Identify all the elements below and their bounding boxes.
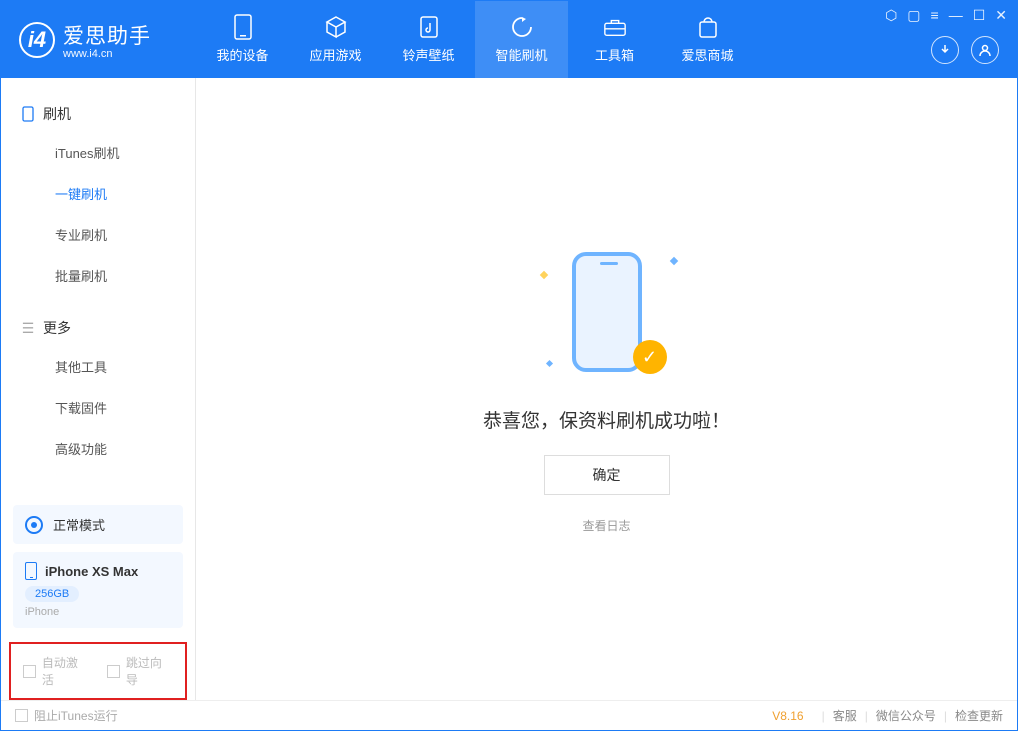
checkbox-icon	[23, 665, 36, 678]
tab-ringtone[interactable]: 铃声壁纸	[382, 1, 475, 78]
user-icon[interactable]	[971, 36, 999, 64]
footer: 阻止iTunes运行 V8.16 | 客服 | 微信公众号 | 检查更新	[1, 700, 1017, 730]
menu-icon[interactable]: ≡	[931, 7, 939, 24]
sidebar-item-firmware[interactable]: 下载固件	[1, 387, 195, 428]
main-content: ✓ 恭喜您，保资料刷机成功啦！ 确定 查看日志	[196, 78, 1017, 700]
app-name: 爱思助手	[63, 20, 151, 50]
header-right	[931, 36, 999, 64]
skin-icon[interactable]: ⬡	[885, 7, 897, 24]
footer-right: V8.16 | 客服 | 微信公众号 | 检查更新	[772, 707, 1003, 724]
body: 刷机 iTunes刷机 一键刷机 专业刷机 批量刷机 ☰ 更多 其他工具 下载固…	[1, 78, 1017, 700]
checkbox-label: 跳过向导	[126, 654, 173, 688]
success-illustration: ✓	[537, 244, 677, 384]
tab-store[interactable]: 爱思商城	[661, 1, 754, 78]
storage-badge: 256GB	[25, 586, 79, 602]
sidebar-item-other[interactable]: 其他工具	[1, 346, 195, 387]
group-title: 更多	[43, 318, 71, 338]
bag-icon	[696, 15, 720, 39]
checkbox-block-itunes[interactable]: 阻止iTunes运行	[15, 707, 118, 724]
checkbox-icon	[107, 665, 120, 678]
checkbox-label: 自动激活	[42, 654, 89, 688]
tab-tools[interactable]: 工具箱	[568, 1, 661, 78]
maximize-icon[interactable]: ☐	[973, 7, 986, 24]
device-mode: 正常模式	[53, 515, 105, 534]
sidebar-item-itunes[interactable]: iTunes刷机	[1, 132, 195, 173]
phone-illustration-icon	[572, 252, 642, 372]
qr-icon[interactable]: ▢	[907, 7, 920, 24]
options-row: 自动激活 跳过向导	[9, 642, 187, 700]
device-panel: 正常模式 iPhone XS Max 256GB iPhone	[1, 495, 195, 638]
sidebar-item-pro[interactable]: 专业刷机	[1, 214, 195, 255]
checkbox-icon	[15, 709, 28, 722]
sidebar-group-flash: 刷机	[1, 96, 195, 132]
sparkle-icon	[539, 271, 547, 279]
ok-button[interactable]: 确定	[544, 455, 670, 495]
close-icon[interactable]: ✕	[995, 7, 1007, 24]
footer-link-update[interactable]: 检查更新	[955, 707, 1003, 724]
device-type: iPhone	[25, 606, 171, 618]
device-name: iPhone XS Max	[45, 564, 138, 579]
toolbox-icon	[603, 15, 627, 39]
app-site: www.i4.cn	[63, 48, 151, 60]
logo-icon: i4	[19, 22, 55, 58]
tab-label: 应用游戏	[309, 45, 361, 64]
main-tabs: 我的设备 应用游戏 铃声壁纸 智能刷机 工具箱 爱思商城	[196, 1, 754, 78]
tab-label: 铃声壁纸	[402, 45, 454, 64]
device-info-card[interactable]: iPhone XS Max 256GB iPhone	[13, 552, 183, 628]
sidebar-item-batch[interactable]: 批量刷机	[1, 255, 195, 296]
cube-icon	[324, 15, 348, 39]
check-badge-icon: ✓	[633, 340, 667, 374]
success-message: 恭喜您，保资料刷机成功啦！	[483, 406, 730, 433]
tab-apps[interactable]: 应用游戏	[289, 1, 382, 78]
mode-icon	[25, 516, 43, 534]
view-log-link[interactable]: 查看日志	[582, 517, 630, 534]
tab-label: 我的设备	[216, 45, 268, 64]
sidebar-item-advanced[interactable]: 高级功能	[1, 428, 195, 469]
tab-label: 智能刷机	[495, 45, 547, 64]
music-file-icon	[417, 15, 441, 39]
footer-link-support[interactable]: 客服	[833, 707, 857, 724]
phone-outline-icon	[21, 107, 35, 121]
window-controls: ⬡ ▢ ≡ — ☐ ✕	[885, 7, 1007, 24]
group-title: 刷机	[43, 104, 71, 124]
refresh-shield-icon	[510, 15, 534, 39]
tab-device[interactable]: 我的设备	[196, 1, 289, 78]
hamburger-icon: ☰	[21, 321, 35, 335]
sidebar: 刷机 iTunes刷机 一键刷机 专业刷机 批量刷机 ☰ 更多 其他工具 下载固…	[1, 78, 196, 700]
checkbox-label: 阻止iTunes运行	[34, 707, 118, 724]
checkbox-skip-guide[interactable]: 跳过向导	[107, 654, 173, 688]
phone-icon	[25, 562, 37, 580]
minimize-icon[interactable]: —	[949, 7, 963, 24]
tab-label: 工具箱	[595, 45, 634, 64]
sparkle-icon	[545, 360, 552, 367]
checkbox-auto-activate[interactable]: 自动激活	[23, 654, 89, 688]
version-label: V8.16	[772, 709, 803, 723]
footer-link-wechat[interactable]: 微信公众号	[876, 707, 936, 724]
logo-area: i4 爱思助手 www.i4.cn	[1, 20, 196, 60]
sidebar-item-oneclick[interactable]: 一键刷机	[1, 173, 195, 214]
device-icon	[231, 15, 255, 39]
sidebar-group-more: ☰ 更多	[1, 310, 195, 346]
download-icon[interactable]	[931, 36, 959, 64]
header: i4 爱思助手 www.i4.cn 我的设备 应用游戏 铃声壁纸 智能刷机 工具…	[1, 1, 1017, 78]
device-mode-card[interactable]: 正常模式	[13, 505, 183, 544]
tab-label: 爱思商城	[681, 45, 733, 64]
tab-flash[interactable]: 智能刷机	[475, 1, 568, 78]
sparkle-icon	[669, 257, 677, 265]
